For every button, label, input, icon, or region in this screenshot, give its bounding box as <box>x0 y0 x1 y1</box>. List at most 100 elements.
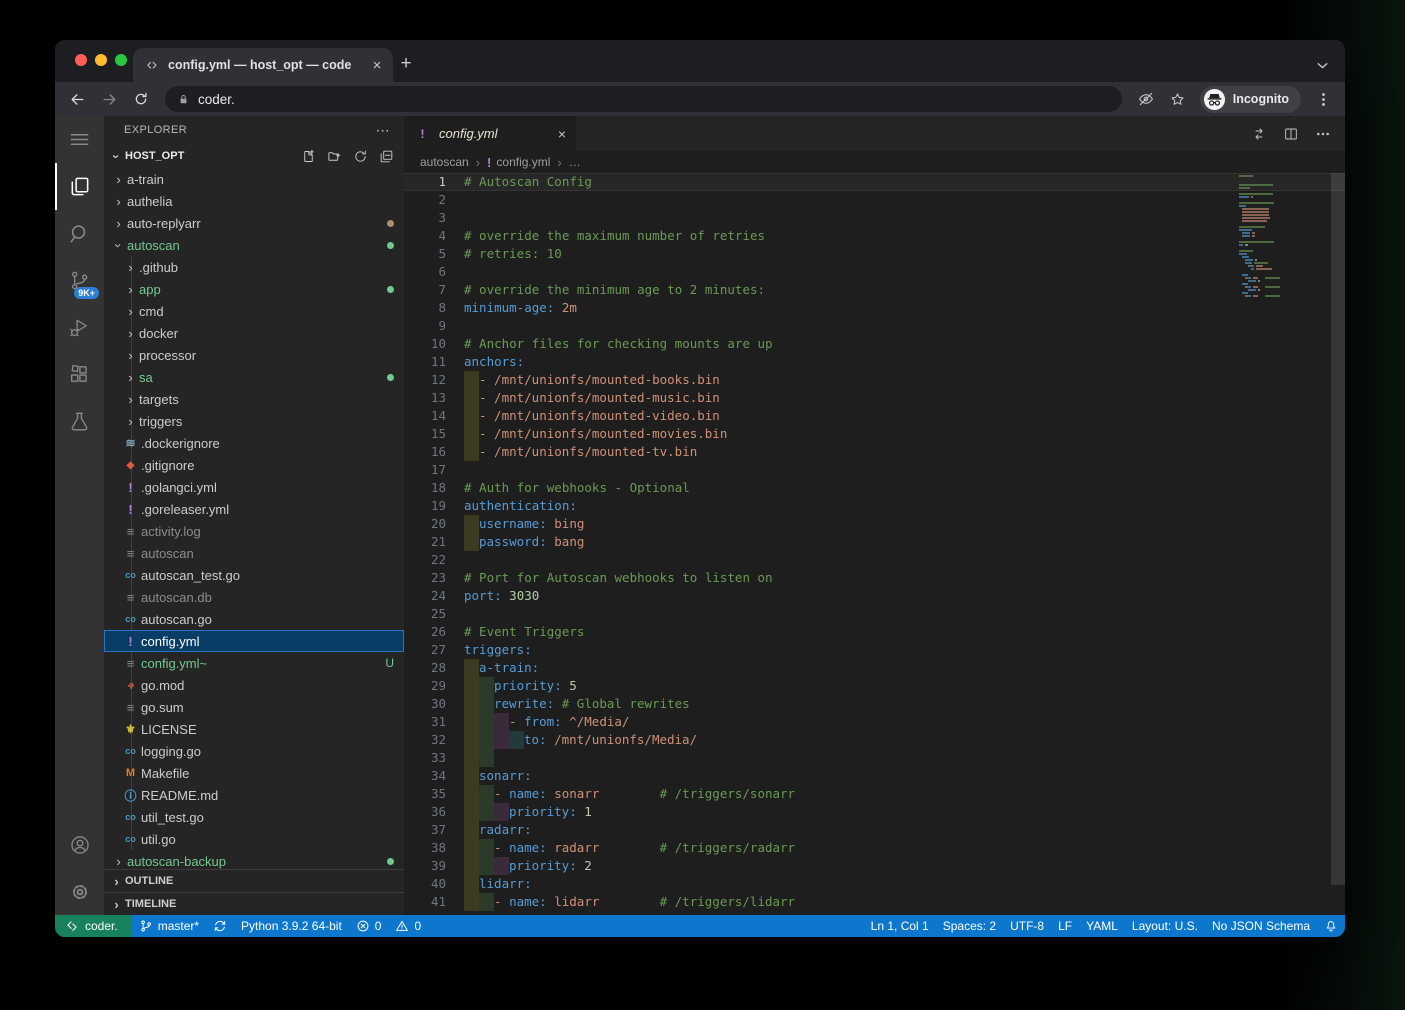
code-line[interactable]: 24port: 3030 <box>404 587 1345 605</box>
tree-item-docker[interactable]: ›docker <box>104 322 404 344</box>
status-encoding[interactable]: UTF-8 <box>1003 915 1051 937</box>
code-line[interactable]: 38- name: radarr # /triggers/radarr <box>404 839 1345 857</box>
new-tab-button[interactable]: + <box>393 51 419 77</box>
code-line[interactable]: 40lidarr: <box>404 875 1345 893</box>
activity-extensions[interactable] <box>55 351 104 398</box>
code-line[interactable]: 20username: bing <box>404 515 1345 533</box>
code-line[interactable]: 7# override the minimum age to 2 minutes… <box>404 281 1345 299</box>
code-line[interactable]: 36priority: 1 <box>404 803 1345 821</box>
status-cursor-position[interactable]: Ln 1, Col 1 <box>864 915 936 937</box>
tree-item-.golangci.yml[interactable]: !.golangci.yml <box>104 476 404 498</box>
tree-item-autoscan.db[interactable]: ≡autoscan.db <box>104 586 404 608</box>
minimap[interactable] <box>1239 175 1331 298</box>
panel-outline[interactable]: ›OUTLINE <box>104 869 404 892</box>
tree-item-auto-replyarr[interactable]: ›auto-replyarr <box>104 212 404 234</box>
new-file-icon[interactable] <box>301 149 316 164</box>
address-bar[interactable]: coder. <box>165 86 1122 112</box>
mac-close-button[interactable] <box>75 54 87 66</box>
mac-minimize-button[interactable] <box>95 54 107 66</box>
code-line[interactable]: 33 <box>404 749 1345 767</box>
tree-item-util-test.go[interactable]: coutil_test.go <box>104 806 404 828</box>
code-line[interactable]: 39priority: 2 <box>404 857 1345 875</box>
refresh-icon[interactable] <box>353 149 368 164</box>
activity-settings[interactable] <box>55 868 104 915</box>
new-folder-icon[interactable] <box>327 149 342 164</box>
eye-off-icon[interactable] <box>1132 85 1160 113</box>
code-line[interactable]: 22 <box>404 551 1345 569</box>
editor-tab-configyml[interactable]: ! config.yml × <box>404 116 576 151</box>
code-line[interactable]: 14- /mnt/unionfs/mounted-video.bin <box>404 407 1345 425</box>
browser-tab[interactable]: config.yml — host_opt — code × <box>133 48 393 82</box>
tab-search-chevron-icon[interactable] <box>1314 57 1331 74</box>
code-line[interactable]: 17 <box>404 461 1345 479</box>
code-line[interactable]: 21password: bang <box>404 533 1345 551</box>
more-actions-icon[interactable] <box>1315 126 1331 142</box>
code-line[interactable]: 28a-train: <box>404 659 1345 677</box>
tree-item-app[interactable]: ›app <box>104 278 404 300</box>
code-line[interactable]: 2 <box>404 191 1345 209</box>
tree-item-.dockerignore[interactable]: ≋.dockerignore <box>104 432 404 454</box>
status-notifications[interactable] <box>1317 915 1345 937</box>
tree-item-.goreleaser.yml[interactable]: !.goreleaser.yml <box>104 498 404 520</box>
tree-item-.gitignore[interactable]: ◆.gitignore <box>104 454 404 476</box>
tree-item-a-train[interactable]: ›a-train <box>104 168 404 190</box>
code-line[interactable]: 41- name: lidarr # /triggers/lidarr <box>404 893 1345 911</box>
code-line[interactable]: 29priority: 5 <box>404 677 1345 695</box>
tree-item-targets[interactable]: ›targets <box>104 388 404 410</box>
tree-item-autoscan[interactable]: ›autoscan <box>104 234 404 256</box>
tree-item-config.yml-[interactable]: ≡config.yml~U <box>104 652 404 674</box>
forward-button[interactable] <box>95 85 123 113</box>
activity-source-control[interactable]: 9K+ <box>55 257 104 304</box>
code-line[interactable]: 19authentication: <box>404 497 1345 515</box>
browser-menu-icon[interactable] <box>1309 85 1337 113</box>
code-line[interactable]: 10# Anchor files for checking mounts are… <box>404 335 1345 353</box>
tree-item-triggers[interactable]: ›triggers <box>104 410 404 432</box>
back-button[interactable] <box>63 85 91 113</box>
workspace-section-header[interactable]: › HOST_OPT <box>104 144 404 168</box>
code-line[interactable]: 6 <box>404 263 1345 281</box>
breadcrumb-item[interactable]: autoscan <box>420 155 469 169</box>
code-line[interactable]: 4# override the maximum number of retrie… <box>404 227 1345 245</box>
tree-item-cmd[interactable]: ›cmd <box>104 300 404 322</box>
editor-tab-close-icon[interactable]: × <box>558 126 566 142</box>
code-line[interactable]: 30rewrite: # Global rewrites <box>404 695 1345 713</box>
activity-testing[interactable] <box>55 398 104 445</box>
tab-close-icon[interactable]: × <box>369 57 385 74</box>
open-changes-icon[interactable] <box>1251 126 1267 142</box>
bookmark-star-icon[interactable] <box>1164 85 1192 113</box>
tree-item-makefile[interactable]: MMakefile <box>104 762 404 784</box>
status-remote-host[interactable]: coder. <box>55 915 132 937</box>
code-line[interactable]: 23# Port for Autoscan webhooks to listen… <box>404 569 1345 587</box>
code-line[interactable]: 35- name: sonarr # /triggers/sonarr <box>404 785 1345 803</box>
code-line[interactable]: 26# Event Triggers <box>404 623 1345 641</box>
code-editor[interactable]: 1# Autoscan Config234# override the maxi… <box>404 173 1345 915</box>
status-warnings[interactable]: 0 <box>388 915 428 937</box>
code-line[interactable]: 16- /mnt/unionfs/mounted-tv.bin <box>404 443 1345 461</box>
tree-item-authelia[interactable]: ›authelia <box>104 190 404 212</box>
status-eol[interactable]: LF <box>1051 915 1079 937</box>
reload-button[interactable] <box>127 85 155 113</box>
code-line[interactable]: 5# retries: 10 <box>404 245 1345 263</box>
split-editor-icon[interactable] <box>1283 126 1299 142</box>
code-line[interactable]: 18# Auth for webhooks - Optional <box>404 479 1345 497</box>
code-line[interactable]: 11anchors: <box>404 353 1345 371</box>
status-indentation[interactable]: Spaces: 2 <box>936 915 1003 937</box>
code-line[interactable]: 37radarr: <box>404 821 1345 839</box>
activity-search[interactable] <box>55 210 104 257</box>
activity-menu[interactable] <box>55 116 104 163</box>
status-git-branch[interactable]: master* <box>132 915 206 937</box>
code-line[interactable]: 1# Autoscan Config <box>404 173 1345 191</box>
code-line[interactable]: 12- /mnt/unionfs/mounted-books.bin <box>404 371 1345 389</box>
tree-item-autoscan.go[interactable]: coautoscan.go <box>104 608 404 630</box>
activity-explorer[interactable] <box>55 163 104 210</box>
tree-item-go.mod[interactable]: »go.mod <box>104 674 404 696</box>
tree-item-processor[interactable]: ›processor <box>104 344 404 366</box>
code-line[interactable]: 34sonarr: <box>404 767 1345 785</box>
mac-zoom-button[interactable] <box>115 54 127 66</box>
tree-item-.github[interactable]: ›.github <box>104 256 404 278</box>
code-line[interactable]: 32to: /mnt/unionfs/Media/ <box>404 731 1345 749</box>
activity-run-debug[interactable] <box>55 304 104 351</box>
collapse-all-icon[interactable] <box>379 149 394 164</box>
tree-item-go.sum[interactable]: ≡go.sum <box>104 696 404 718</box>
tree-item-util.go[interactable]: coutil.go <box>104 828 404 850</box>
